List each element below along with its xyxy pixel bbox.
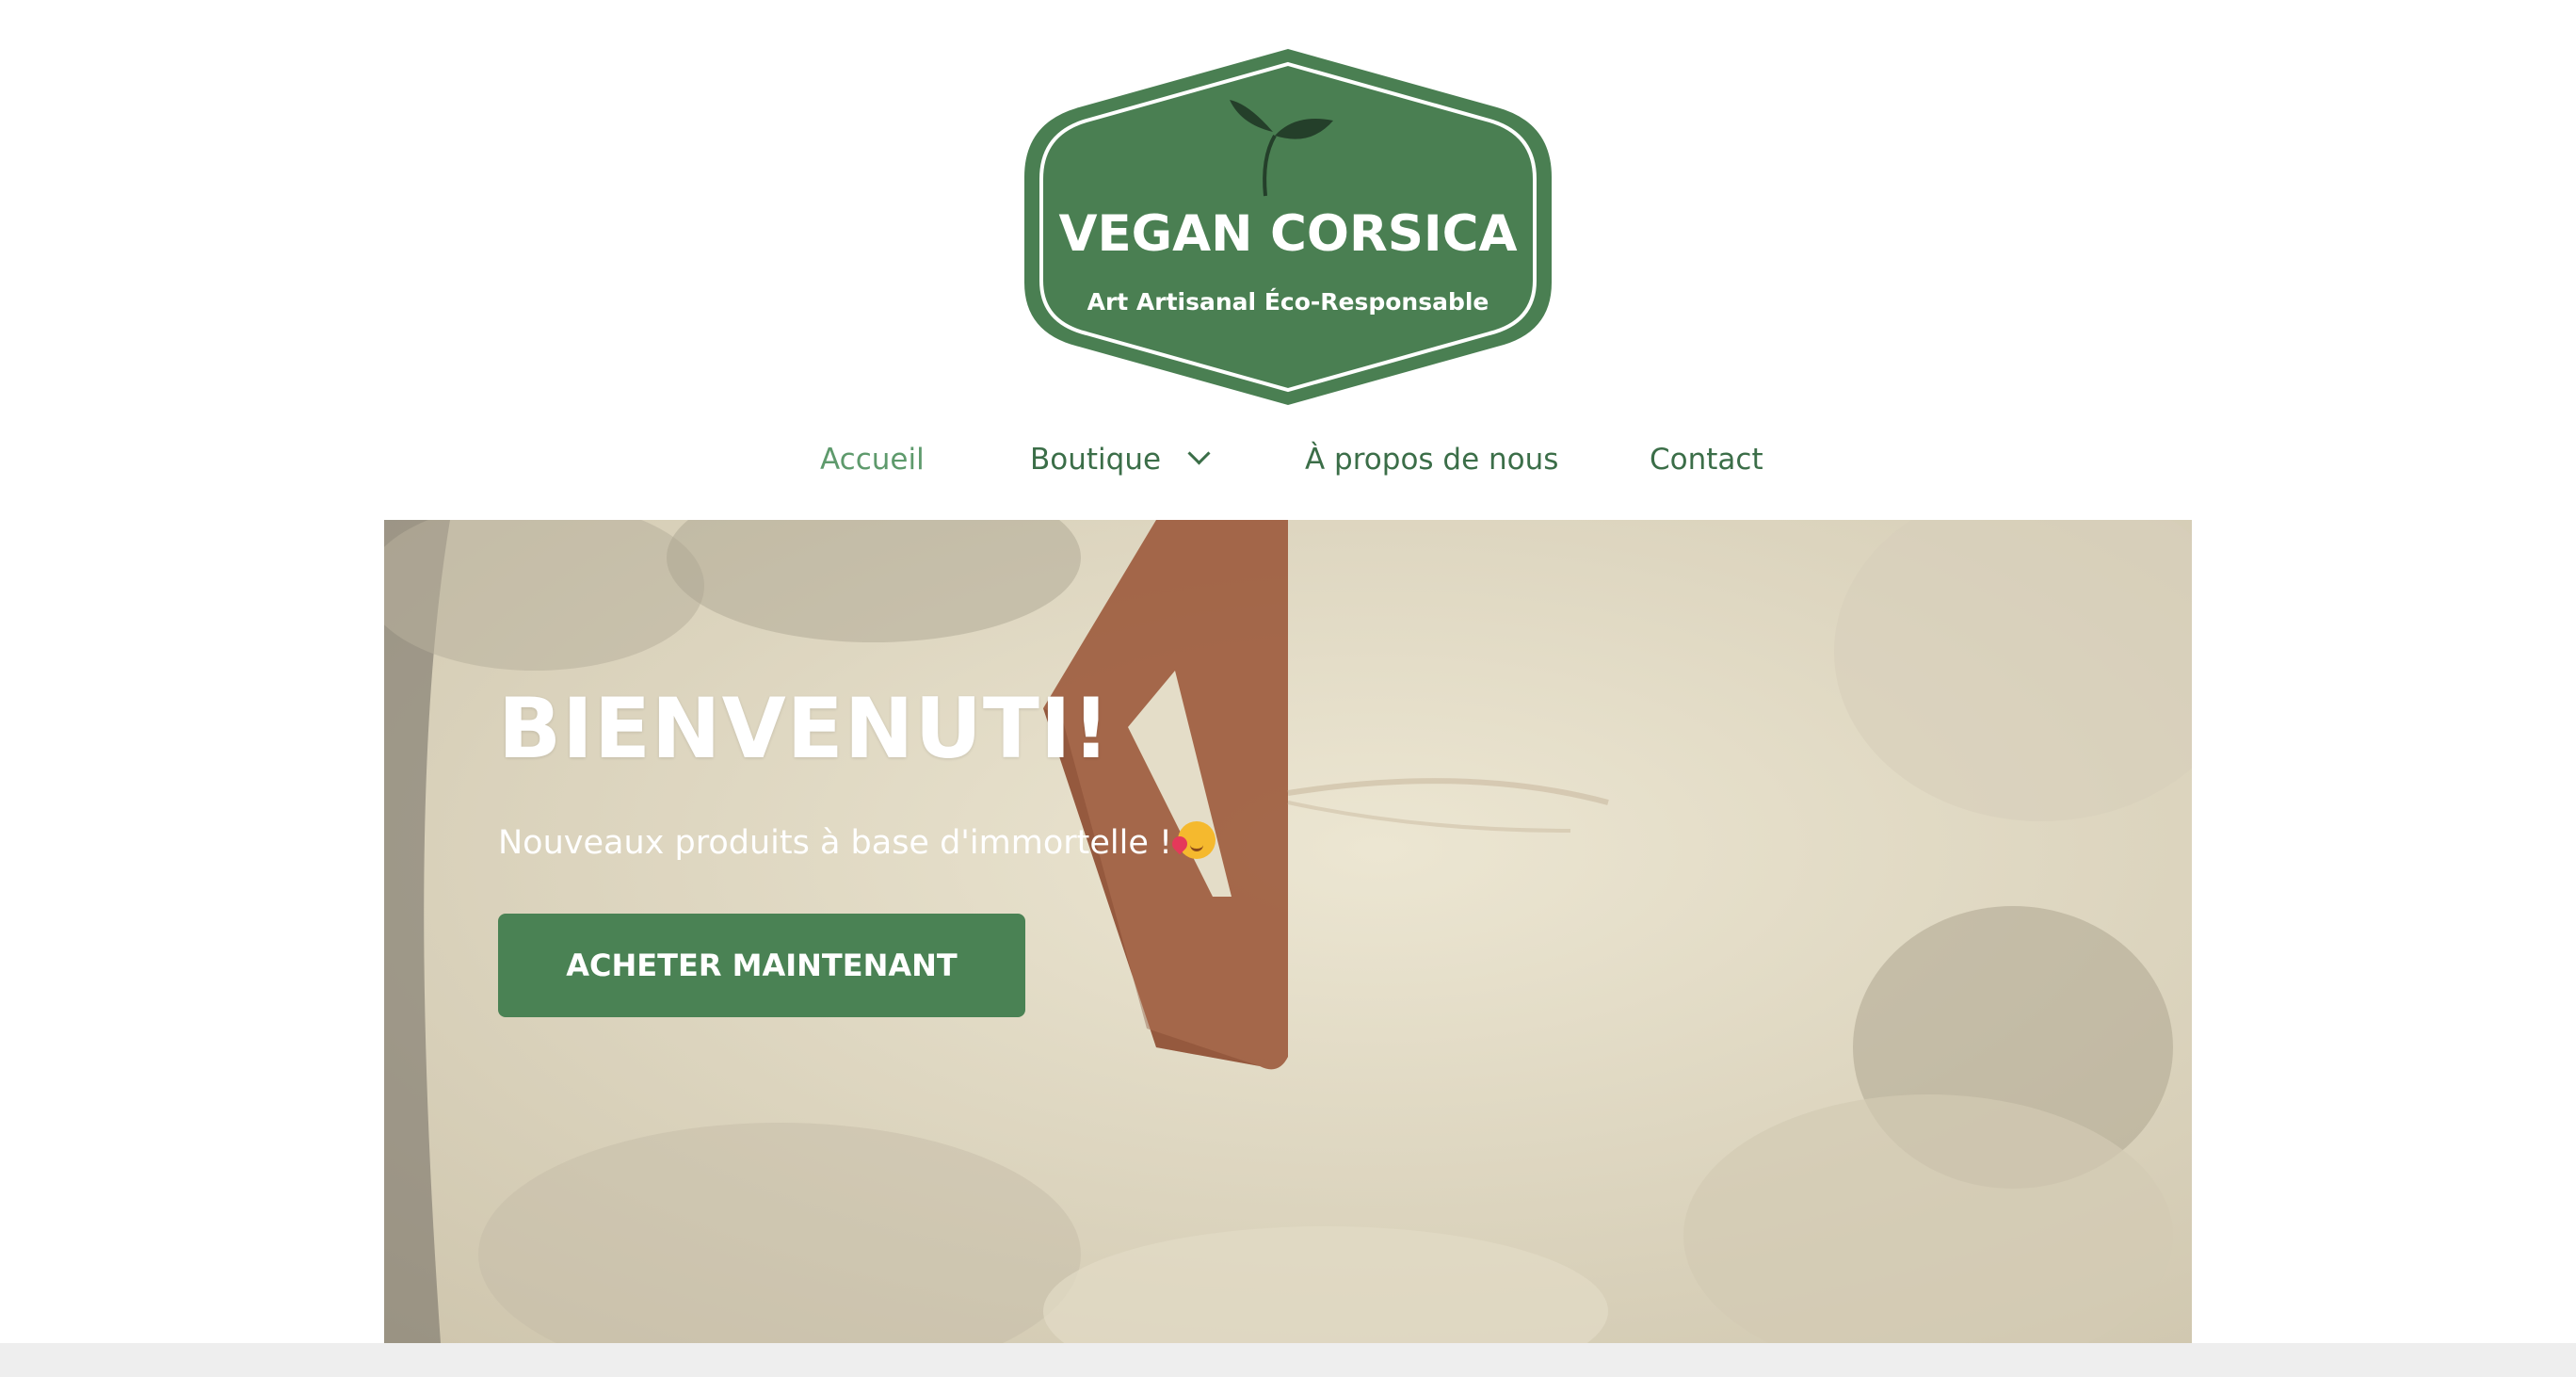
brand-title: VEGAN CORSICA bbox=[1058, 205, 1518, 263]
nav-item-accueil[interactable]: Accueil bbox=[820, 435, 925, 484]
nav-item-a-propos[interactable]: À propos de nous bbox=[1305, 435, 1558, 484]
hero-subtitle: Nouveaux produits à base d'immortelle ! bbox=[498, 821, 1216, 862]
site-logo[interactable]: VEGAN CORSICA Art Artisanal Éco-Responsa… bbox=[1019, 45, 1557, 409]
nav-label-boutique: Boutique bbox=[1030, 443, 1162, 477]
nav-item-contact[interactable]: Contact bbox=[1650, 435, 1763, 484]
nav-label-accueil: Accueil bbox=[820, 443, 925, 477]
brand-tagline: Art Artisanal Éco-Responsable bbox=[1087, 288, 1489, 316]
buy-now-button[interactable]: ACHETER MAINTENANT bbox=[498, 914, 1025, 1017]
chevron-down-icon bbox=[1187, 442, 1211, 465]
nav-label-a-propos: À propos de nous bbox=[1305, 443, 1559, 477]
hero-title: BIENVENUTI! bbox=[498, 680, 1111, 777]
nav-label-contact: Contact bbox=[1650, 443, 1763, 477]
page-bottom-strip bbox=[0, 1343, 2576, 1377]
smiling-face-with-hearts-icon bbox=[1178, 821, 1216, 859]
hero-banner: BIENVENUTI! Nouveaux produits à base d'i… bbox=[384, 520, 2192, 1343]
hero-subtitle-text: Nouveaux produits à base d'immortelle ! bbox=[498, 824, 1173, 862]
main-nav: Accueil Boutique À propos de nous Contac… bbox=[0, 435, 2576, 484]
nav-item-boutique[interactable]: Boutique bbox=[1030, 435, 1211, 484]
